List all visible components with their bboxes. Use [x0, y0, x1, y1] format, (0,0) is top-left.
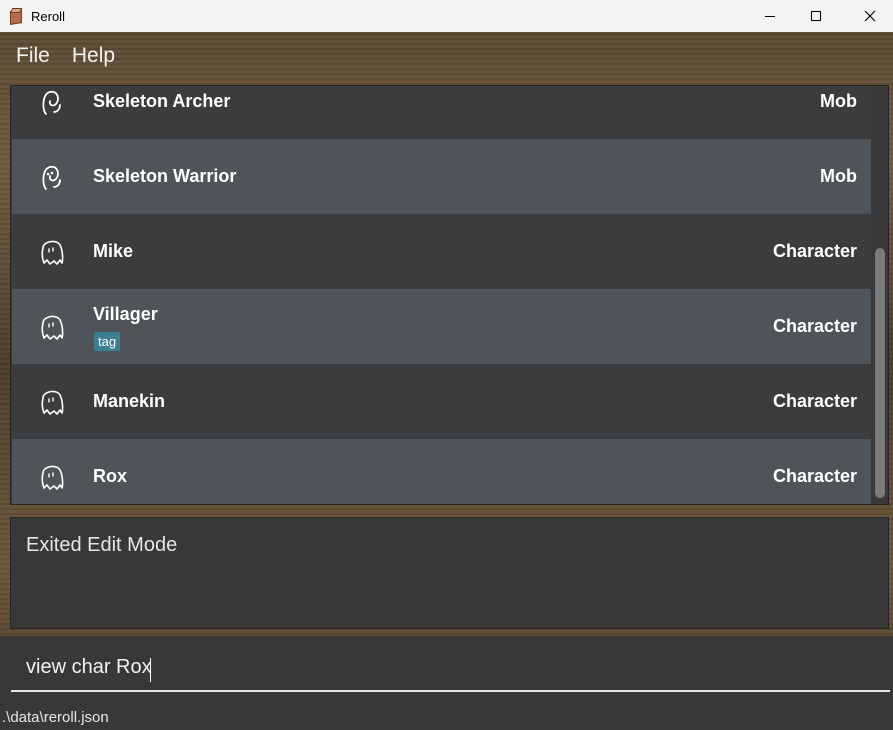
item-type: Character [772, 241, 857, 261]
item-name: Rox [93, 466, 128, 486]
list-item[interactable]: Skeleton Warrior Mob [12, 139, 871, 214]
ghost-icon [41, 390, 64, 415]
item-type: Mob [820, 166, 857, 186]
result-message: Exited Edit Mode [26, 534, 178, 556]
window-title: Reroll [31, 8, 65, 24]
close-button[interactable] [847, 0, 893, 32]
item-type: Character [772, 316, 857, 336]
item-name: Mike [93, 241, 134, 261]
item-type: Character [772, 466, 857, 486]
item-name: Villager [93, 304, 158, 324]
item-type: Character [772, 391, 857, 411]
skeleton-icon [42, 165, 61, 190]
item-name: Manekin [93, 391, 166, 411]
result-display: Exited Edit Mode [10, 517, 889, 629]
file-path: .\data\reroll.json [2, 709, 109, 726]
minimize-button[interactable] [747, 0, 793, 32]
item-name: Skeleton Archer [93, 91, 231, 111]
ghost-icon [41, 465, 64, 490]
menu-bar: File Help [0, 32, 893, 80]
entity-list: Skeleton Archer Mob Skeleton Warrior Mob… [10, 85, 889, 505]
text-cursor [150, 658, 151, 682]
list-item[interactable]: Rox Character [12, 439, 871, 504]
list-item[interactable]: Villager tag Character [12, 289, 871, 364]
menu-help[interactable]: Help [72, 44, 115, 68]
ghost-icon [41, 315, 64, 340]
maximize-icon [811, 11, 821, 21]
close-icon [864, 10, 876, 22]
maximize-button[interactable] [793, 0, 839, 32]
list-item[interactable]: Manekin Character [12, 364, 871, 439]
tag-badge: tag [94, 332, 121, 351]
menu-file[interactable]: File [16, 44, 50, 68]
ghost-icon [41, 240, 64, 265]
list-item[interactable]: Mike Character [12, 214, 871, 289]
item-name: Skeleton Warrior [93, 166, 237, 186]
item-type: Mob [820, 91, 857, 111]
list-scrollbar[interactable] [871, 86, 888, 504]
status-bar: .\data\reroll.json [0, 700, 893, 730]
app-icon [8, 8, 24, 26]
command-input[interactable] [11, 644, 890, 692]
minimize-icon [765, 15, 775, 17]
list-item[interactable]: Skeleton Archer Mob [12, 86, 871, 139]
scrollbar-thumb[interactable] [875, 248, 885, 498]
entity-list-items: Skeleton Archer Mob Skeleton Warrior Mob… [12, 86, 871, 504]
skeleton-icon [42, 90, 61, 115]
title-bar: Reroll [0, 0, 893, 32]
command-area [0, 636, 893, 700]
